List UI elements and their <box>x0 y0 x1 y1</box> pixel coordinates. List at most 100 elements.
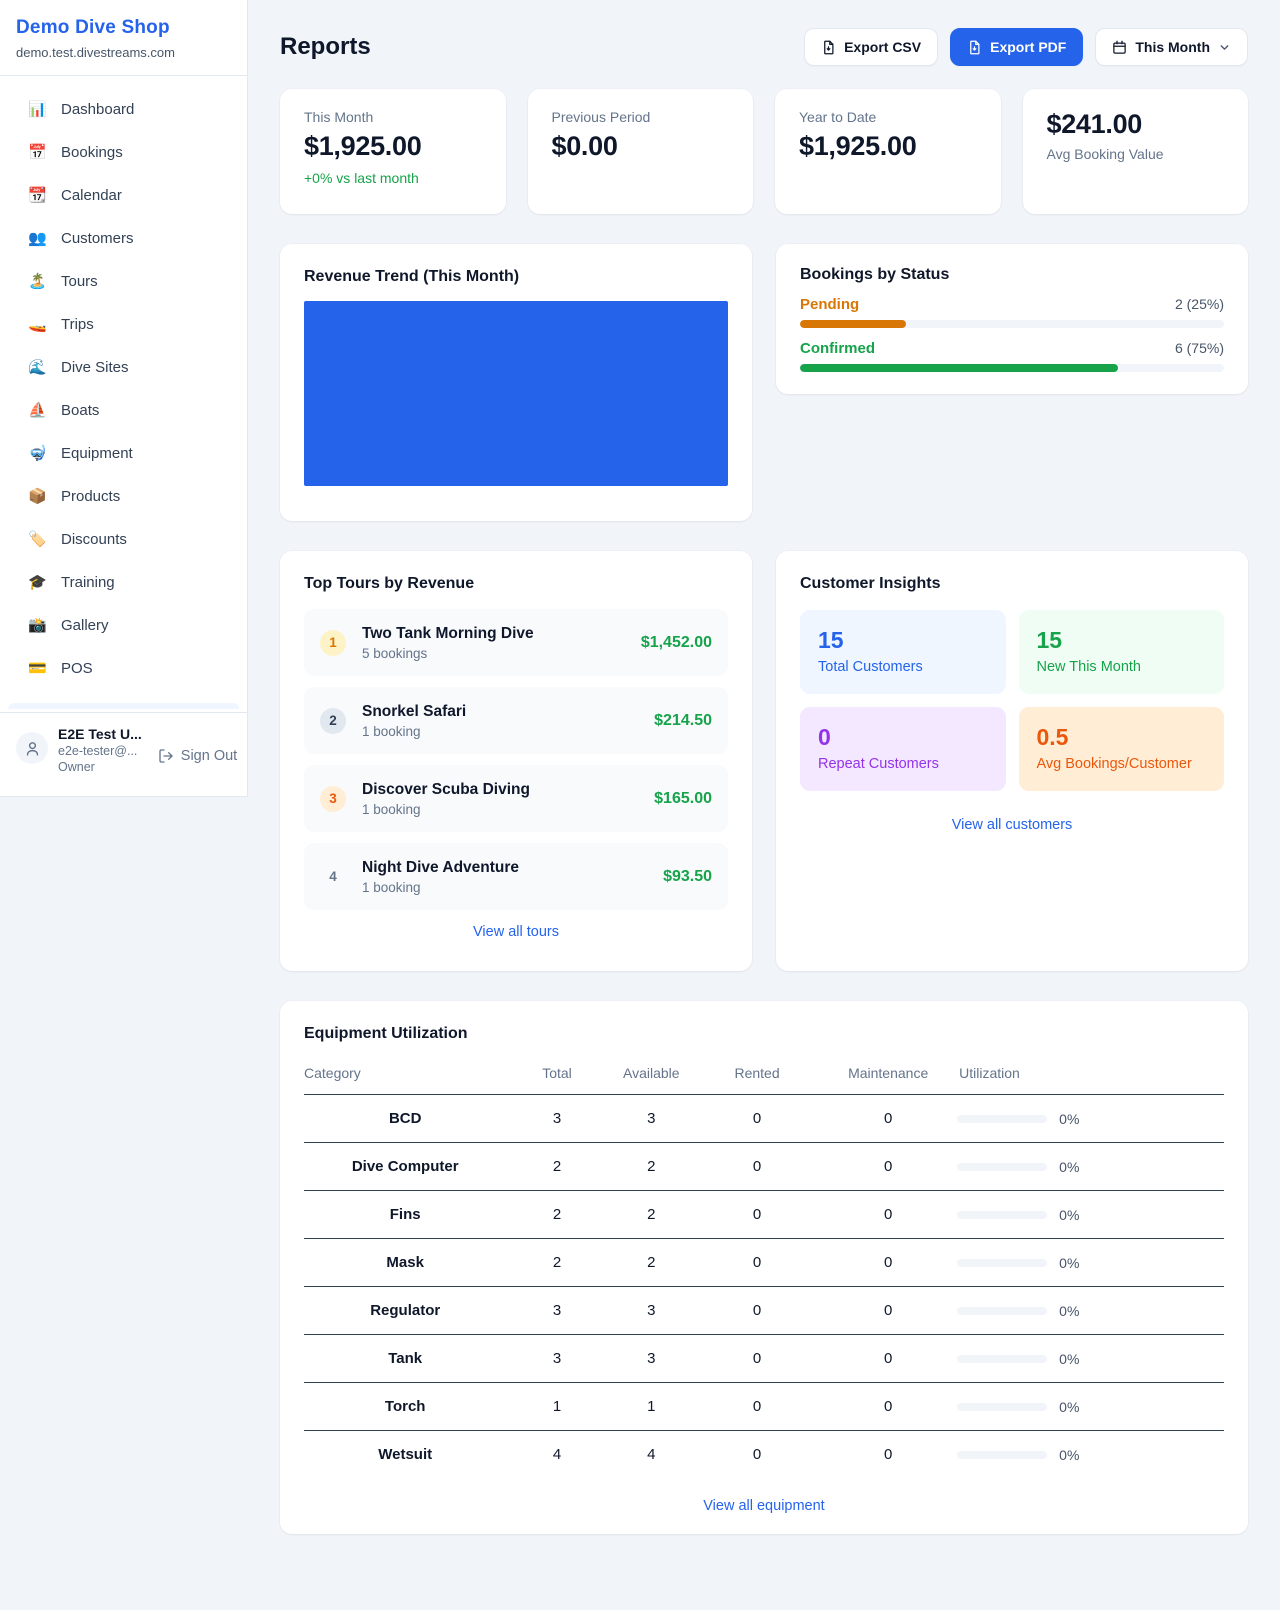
insight-tile-repeat-customers: 0 Repeat Customers <box>800 707 1006 791</box>
sidebar-user-footer: E2E Test U... e2e-tester@... Owner Sign … <box>0 712 247 796</box>
stat-value: $1,925.00 <box>799 131 977 162</box>
insight-label: Avg Bookings/Customer <box>1037 756 1207 772</box>
cell-total: 2 <box>506 1191 607 1239</box>
sidebar-item[interactable]: 👥 Customers <box>8 221 239 255</box>
charts-row: Revenue Trend (This Month) Bookings by S… <box>280 244 1248 521</box>
sign-out-button[interactable]: Sign Out <box>158 748 237 764</box>
tour-bookings: 1 booking <box>362 802 638 817</box>
export-pdf-button[interactable]: Export PDF <box>950 28 1083 66</box>
cell-utilization: 0% <box>957 1287 1224 1335</box>
tour-name: Discover Scuba Diving <box>362 781 638 799</box>
stat-label: Avg Booking Value <box>1047 146 1225 162</box>
insight-value: 0.5 <box>1037 724 1207 751</box>
sidebar-item[interactable]: ⛵ Boats <box>8 393 239 427</box>
tour-bookings: 1 booking <box>362 724 638 739</box>
cell-category: Regulator <box>304 1287 506 1335</box>
sidebar-item-label: Gallery <box>61 617 109 634</box>
status-row-confirmed: Confirmed 6 (75%) <box>800 340 1224 372</box>
stat-value: $241.00 <box>1047 109 1225 140</box>
export-csv-button[interactable]: Export CSV <box>804 28 938 66</box>
table-row: Mask 2 2 0 0 0% <box>304 1239 1224 1287</box>
page-header: Reports Export CSV Export PDF This Month <box>280 28 1248 66</box>
calendar-icon <box>1112 40 1127 55</box>
sidebar-item[interactable]: 📊 Dashboard <box>8 92 239 126</box>
sidebar-item[interactable]: 📦 Products <box>8 479 239 513</box>
cell-utilization: 0% <box>957 1239 1224 1287</box>
tour-info: Two Tank Morning Dive 5 bookings <box>362 625 625 661</box>
sidebar-item[interactable]: 📸 Gallery <box>8 608 239 642</box>
cell-maintenance: 0 <box>819 1383 957 1431</box>
shop-name[interactable]: Demo Dive Shop <box>16 17 223 39</box>
utilization-bar <box>957 1163 1047 1171</box>
tour-row: 2 Snorkel Safari 1 booking $214.50 <box>304 687 728 754</box>
cell-total: 1 <box>506 1383 607 1431</box>
cell-utilization: 0% <box>957 1191 1224 1239</box>
page-title: Reports <box>280 33 371 61</box>
sidebar-item-label: Products <box>61 488 120 505</box>
sidebar-item-label: Dive Sites <box>61 359 129 376</box>
cell-total: 3 <box>506 1287 607 1335</box>
tour-amount: $93.50 <box>663 868 712 886</box>
rank-badge: 2 <box>320 708 346 734</box>
column-header-available: Available <box>608 1051 695 1095</box>
utilization-percent: 0% <box>1059 1303 1079 1319</box>
top-tours-title: Top Tours by Revenue <box>304 575 728 593</box>
utilization-bar <box>957 1115 1047 1123</box>
utilization-bar <box>957 1403 1047 1411</box>
sidebar-item[interactable]: 🤿 Equipment <box>8 436 239 470</box>
sidebar-item-label: Boats <box>61 402 99 419</box>
sidebar-item[interactable]: 🎓 Training <box>8 565 239 599</box>
status-bar-track <box>800 364 1224 372</box>
sidebar-item[interactable]: 📅 Bookings <box>8 135 239 169</box>
sidebar-item-label: Bookings <box>61 144 123 161</box>
tour-name: Two Tank Morning Dive <box>362 625 625 643</box>
nav-icon: 🚤 <box>28 317 46 332</box>
period-dropdown[interactable]: This Month <box>1095 28 1248 66</box>
column-header-maintenance: Maintenance <box>819 1051 957 1095</box>
cell-maintenance: 0 <box>819 1191 957 1239</box>
rank-badge: 1 <box>320 630 346 656</box>
customer-insights-card: Customer Insights 15 Total Customers 15 … <box>776 551 1248 971</box>
cell-total: 2 <box>506 1143 607 1191</box>
stat-card-avg-booking-value: $241.00 Avg Booking Value <box>1023 89 1249 214</box>
sidebar-item[interactable]: 📆 Calendar <box>8 178 239 212</box>
nav-icon: 📸 <box>28 618 46 633</box>
sidebar-item[interactable]: 🌊 Dive Sites <box>8 350 239 384</box>
sidebar-item[interactable]: 🏷️ Discounts <box>8 522 239 556</box>
sidebar-item-label: Calendar <box>61 187 122 204</box>
user-info: E2E Test U... e2e-tester@... Owner <box>58 726 142 774</box>
sidebar-item-label: Training <box>61 574 115 591</box>
stat-label: Year to Date <box>799 109 977 125</box>
sidebar-item[interactable]: 💳 POS <box>8 651 239 685</box>
table-row: BCD 3 3 0 0 0% <box>304 1095 1224 1143</box>
stat-label: Previous Period <box>552 109 730 125</box>
cell-rented: 0 <box>695 1143 819 1191</box>
view-all-customers-link[interactable]: View all customers <box>800 817 1224 833</box>
equipment-table: Category Total Available Rented Maintena… <box>304 1051 1224 1478</box>
bookings-by-status-title: Bookings by Status <box>800 266 1224 284</box>
utilization-bar <box>957 1211 1047 1219</box>
revenue-trend-card: Revenue Trend (This Month) <box>280 244 752 521</box>
utilization-bar <box>957 1451 1047 1459</box>
utilization-bar <box>957 1259 1047 1267</box>
equipment-utilization-card: Equipment Utilization Category Total Ava… <box>280 1001 1248 1534</box>
view-all-tours-link[interactable]: View all tours <box>304 924 728 940</box>
nav-icon: 📦 <box>28 489 46 504</box>
sidebar-item-label: POS <box>61 660 93 677</box>
tour-info: Discover Scuba Diving 1 booking <box>362 781 638 817</box>
stat-value: $1,925.00 <box>304 131 482 162</box>
sidebar-item-reports-active-clipped[interactable] <box>8 703 239 709</box>
sidebar-item[interactable]: 🏝️ Tours <box>8 264 239 298</box>
equipment-utilization-title: Equipment Utilization <box>304 1025 1224 1043</box>
tour-amount: $165.00 <box>654 790 712 808</box>
status-row-pending: Pending 2 (25%) <box>800 296 1224 328</box>
cell-available: 4 <box>608 1431 695 1479</box>
sidebar-item[interactable]: 🚤 Trips <box>8 307 239 341</box>
tour-info: Snorkel Safari 1 booking <box>362 703 638 739</box>
column-header-rented: Rented <box>695 1051 819 1095</box>
cell-available: 3 <box>608 1335 695 1383</box>
status-label-pending: Pending <box>800 296 859 313</box>
sidebar-item-label: Discounts <box>61 531 127 548</box>
view-all-equipment-link[interactable]: View all equipment <box>304 1498 1224 1514</box>
cell-category: Dive Computer <box>304 1143 506 1191</box>
